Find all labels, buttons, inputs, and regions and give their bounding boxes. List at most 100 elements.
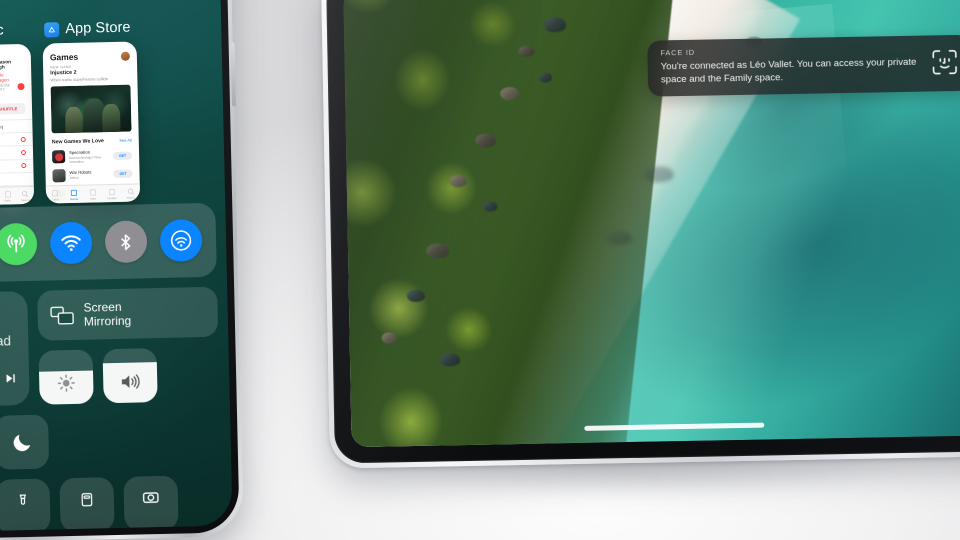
track-title: Butterflies (0, 176, 27, 182)
album-more-button[interactable] (17, 83, 25, 91)
music-card-preview[interactable]: Library Season High Little Dragon Electr… (0, 43, 35, 206)
track-title: The Pop Life (0, 150, 17, 156)
appstore-tab-bar: Today Games Apps Updates Search (45, 183, 141, 204)
cellular-icon (5, 233, 27, 255)
download-icon[interactable] (21, 163, 27, 169)
tab-label: Search (21, 198, 30, 202)
screen-mirroring-label-line1: Screen (83, 299, 122, 315)
airdrop-icon (169, 229, 191, 251)
wallpaper-rock (475, 132, 497, 148)
screen-mirroring-tile[interactable]: Screen Mirroring (37, 286, 219, 341)
section-title: New Games We Love (51, 138, 104, 146)
appstore-title-row: Games (43, 41, 137, 65)
tab-radio[interactable]: Radio (0, 190, 17, 202)
screen-mirroring-label-line2: Mirroring (83, 313, 132, 329)
radio-icon (3, 190, 11, 198)
download-icon[interactable] (20, 149, 27, 156)
music-action-buttons: PLAY SHUFFLE (0, 97, 32, 121)
app-name: Specnation (68, 149, 91, 155)
do-not-disturb-tile[interactable] (0, 414, 50, 470)
control-center-right-column: Screen Mirroring (37, 286, 220, 405)
app-subtitle: Action (69, 175, 79, 181)
now-playing-module[interactable]: Creep Radiohead (0, 290, 30, 408)
app-switcher-card-music[interactable]: Music Library Season High Little Dragon … (0, 22, 35, 206)
updates-icon (108, 187, 116, 195)
control-center-row-3 (0, 411, 221, 472)
war-robots-icon (52, 168, 66, 182)
camera-icon (142, 490, 160, 504)
face-id-notification[interactable]: FACE ID You're connected as Léo Vallet. … (647, 34, 960, 97)
airdrop-toggle[interactable] (159, 219, 203, 262)
tab-search[interactable]: Search (16, 189, 34, 202)
tab-label: Games (70, 197, 79, 201)
album-title: Season High (0, 60, 12, 71)
app-subtitle: New technology? New innovation (69, 154, 101, 164)
app-name: War Robots (69, 169, 92, 176)
wallpaper-rock (500, 86, 520, 101)
connectivity-module (0, 202, 217, 284)
app-list-row[interactable]: Specnation New technology? New innovatio… (45, 145, 139, 166)
cellular-data-toggle[interactable] (0, 222, 38, 266)
feature-hero-image[interactable] (50, 84, 132, 134)
tab-games[interactable]: Games (65, 188, 84, 200)
album-artist: Little Dragon (0, 71, 9, 83)
hero-figure (102, 103, 121, 133)
now-playing-artist: Radiohead (0, 333, 12, 350)
music-card-label: Music (0, 22, 4, 40)
wallpaper-rock (450, 174, 468, 188)
app-row-text: War Robots Action (69, 169, 109, 180)
face-id-icon (932, 50, 957, 75)
bluetooth-toggle[interactable] (104, 220, 148, 264)
search-icon (21, 189, 29, 197)
next-track-button[interactable] (1, 371, 18, 385)
tab-apps[interactable]: Apps (83, 188, 102, 200)
wallpaper-rock (381, 331, 398, 344)
screen-mirroring-icon (50, 306, 74, 325)
shuffle-album-button[interactable]: SHUFFLE (0, 102, 26, 115)
tab-updates[interactable]: Updates (102, 187, 121, 200)
camera-tile[interactable] (123, 475, 179, 531)
appstore-card-label: App Store (65, 19, 131, 38)
wallpaper-rock (538, 72, 552, 83)
ipad-screen[interactable]: FACE ID You're connected as Léo Vallet. … (343, 0, 960, 448)
calculator-tile[interactable] (59, 477, 115, 533)
music-card-header: Music (0, 22, 30, 40)
screen-mirroring-label: Screen Mirroring (83, 299, 132, 329)
wifi-icon (60, 232, 82, 254)
control-center-row-4 (0, 475, 223, 533)
download-icon[interactable] (20, 136, 26, 142)
get-button[interactable]: GET (113, 151, 133, 160)
see-all-link[interactable]: See All (119, 138, 132, 143)
games-icon (70, 188, 78, 196)
appstore-card-preview[interactable]: Games NEW GAME Injustice 2 When iconic s… (42, 41, 141, 204)
bluetooth-icon (116, 232, 135, 251)
tab-label: Search (126, 196, 135, 200)
profile-avatar[interactable] (120, 51, 130, 61)
face-id-notification-title: FACE ID (660, 47, 695, 58)
specnation-icon (51, 150, 66, 164)
tab-today[interactable]: Today (46, 189, 65, 201)
flashlight-icon (15, 493, 31, 509)
app-switcher-card-appstore[interactable]: App Store Games NEW GAME Injustice 2 Whe… (42, 19, 141, 204)
app-store-icon (44, 21, 60, 38)
search-icon (126, 187, 134, 195)
app-switcher: Edit (0, 0, 225, 210)
app-list-row[interactable]: War Robots Action GET (45, 164, 139, 184)
iphone-screen[interactable]: Edit (0, 0, 233, 533)
music-album-header: Season High Little Dragon Electronic · 2… (0, 57, 32, 99)
brightness-icon (57, 374, 75, 392)
tab-label: Updates (107, 196, 117, 200)
iphone-device: Edit (0, 0, 244, 540)
track-title: High (0, 137, 17, 143)
app-row-text: Specnation New technology? New innovatio… (68, 149, 109, 164)
flashlight-tile[interactable] (0, 478, 51, 533)
wifi-toggle[interactable] (49, 221, 93, 265)
get-button[interactable]: GET (113, 169, 133, 179)
album-meta: Season High Little Dragon Electronic · 2… (0, 59, 12, 97)
slider-tiles-row (38, 347, 220, 405)
moon-icon (13, 434, 30, 451)
volume-slider[interactable] (102, 348, 158, 404)
brightness-slider[interactable] (38, 349, 94, 405)
today-icon (51, 189, 59, 197)
tab-search[interactable]: Search (121, 187, 140, 199)
